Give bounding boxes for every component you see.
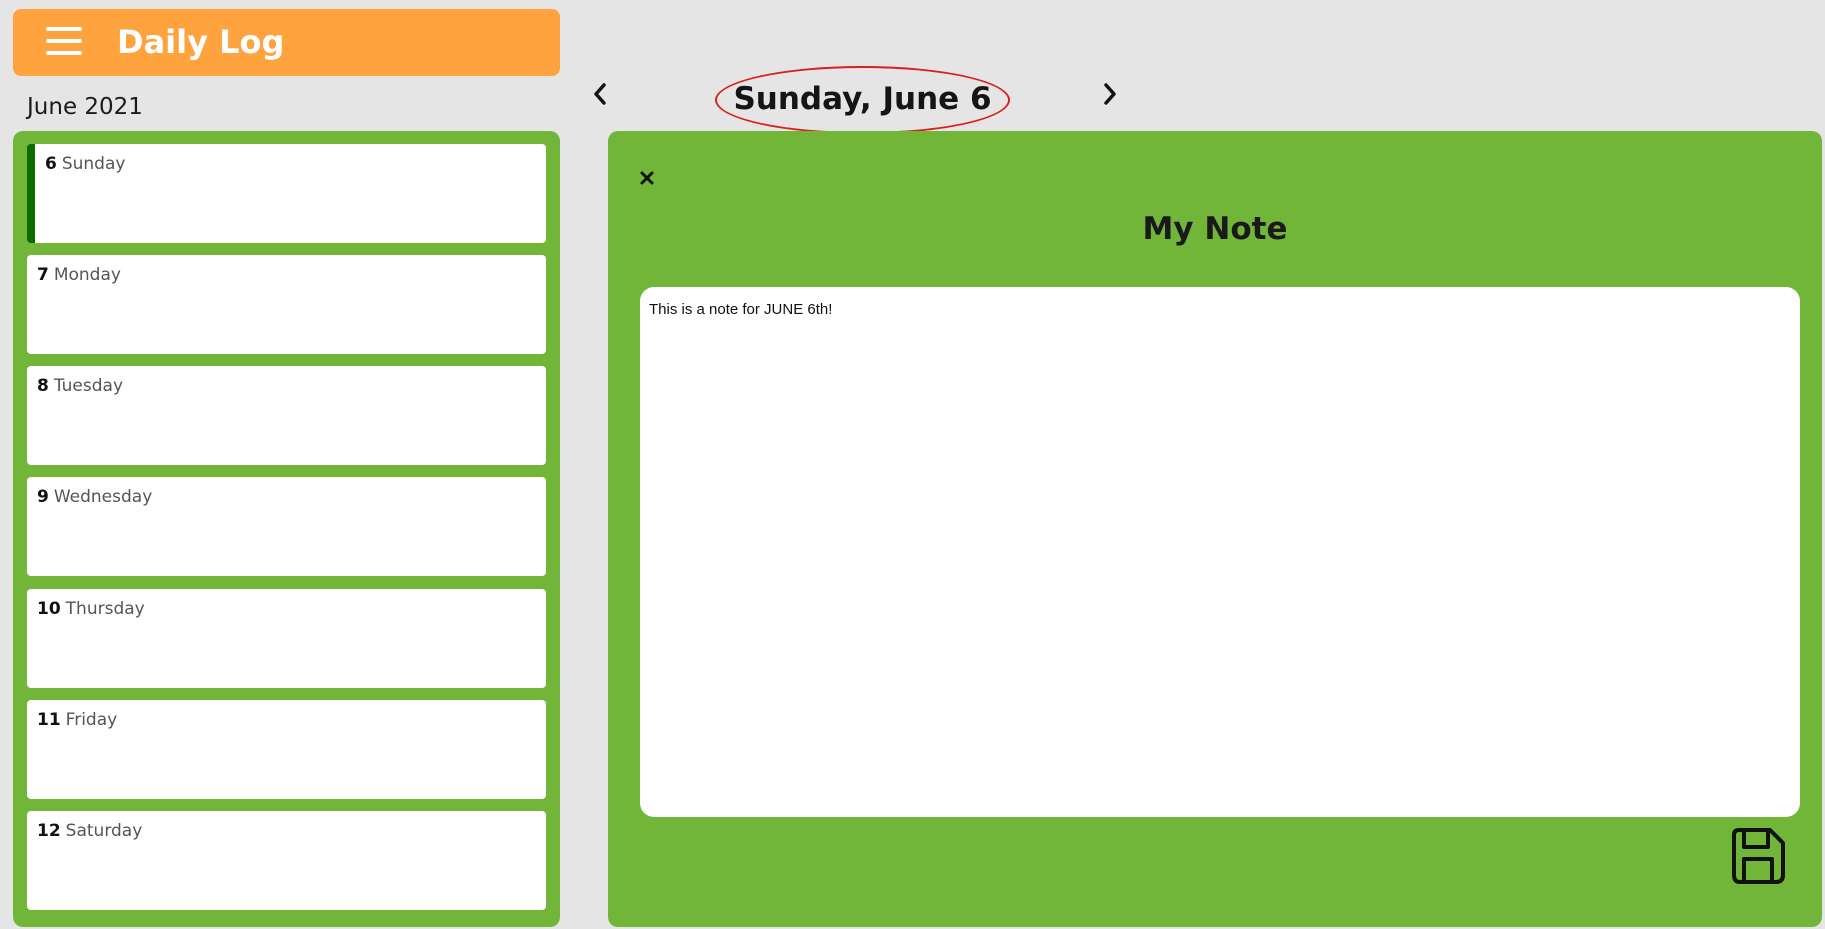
save-button-glyph <box>1732 828 1785 884</box>
day-card-label: 7 Monday <box>37 265 121 285</box>
current-date-highlight: Sunday, June 6 <box>715 66 1010 134</box>
day-card-label: 9 Wednesday <box>37 487 152 507</box>
day-card-12[interactable]: 12 Saturday <box>27 811 546 910</box>
day-card-label: 10 Thursday <box>37 599 145 619</box>
note-title: My Note <box>1142 211 1288 247</box>
day-card-7[interactable]: 7 Monday <box>27 255 546 354</box>
chevron-right-icon[interactable] <box>1095 74 1125 114</box>
day-list: 6 Sunday 7 Monday 8 Tuesday 9 Wednesday 10 Th… <box>13 131 560 927</box>
chevron-right-icon-glyph <box>1104 83 1116 105</box>
day-number: 11 <box>37 710 61 730</box>
day-card-10[interactable]: 10 Thursday <box>27 589 546 688</box>
month-label: June 2021 <box>27 94 143 120</box>
day-card-9[interactable]: 9 Wednesday <box>27 477 546 576</box>
chevron-left-icon-glyph <box>594 83 606 105</box>
day-card-label: 12 Saturday <box>37 821 142 841</box>
close-icon-glyph <box>640 171 654 185</box>
day-weekday: Thursday <box>65 599 145 619</box>
floppy-disk-icon[interactable] <box>1726 825 1788 887</box>
note-textarea[interactable] <box>640 287 1800 817</box>
app-title: Daily Log <box>117 23 285 61</box>
close-icon[interactable] <box>634 165 660 191</box>
note-panel: My Note <box>608 131 1822 927</box>
day-card-label: 8 Tuesday <box>37 376 123 396</box>
day-card-6[interactable]: 6 Sunday <box>27 144 546 243</box>
app-header: Daily Log <box>13 9 560 76</box>
day-weekday: Friday <box>65 710 118 730</box>
day-card-8[interactable]: 8 Tuesday <box>27 366 546 465</box>
current-date: Sunday, June 6 <box>733 81 992 117</box>
day-weekday: Sunday <box>61 154 126 174</box>
day-weekday: Saturday <box>65 821 143 841</box>
day-number: 6 <box>45 154 57 174</box>
chevron-left-icon[interactable] <box>585 74 615 114</box>
day-weekday: Tuesday <box>53 376 124 396</box>
day-card-11[interactable]: 11 Friday <box>27 700 546 799</box>
day-number: 9 <box>37 487 49 507</box>
day-card-label: 6 Sunday <box>45 154 125 174</box>
day-number: 10 <box>37 599 61 619</box>
day-weekday: Wednesday <box>53 487 153 507</box>
menu-icon[interactable] <box>46 27 86 59</box>
day-weekday: Monday <box>53 265 121 285</box>
day-number: 12 <box>37 821 61 841</box>
day-number: 8 <box>37 376 49 396</box>
day-card-label: 11 Friday <box>37 710 117 730</box>
day-number: 7 <box>37 265 49 285</box>
